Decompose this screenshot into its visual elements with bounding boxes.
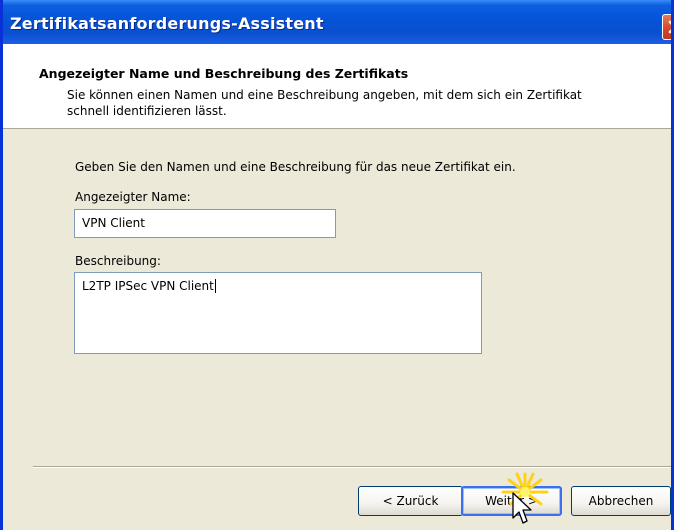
description-textarea-value: L2TP IPSec VPN Client (82, 279, 214, 293)
name-input[interactable]: VPN Client (74, 209, 336, 238)
next-button[interactable]: Weiter > (461, 486, 562, 516)
window-title: Zertifikatsanforderungs-Assistent (10, 13, 324, 33)
cancel-button[interactable]: Abbrechen (571, 486, 671, 516)
title-bar[interactable]: Zertifikatsanforderungs-Assistent (3, 0, 671, 44)
description-label: Beschreibung: (75, 254, 161, 268)
name-label: Angezeigter Name: (75, 190, 191, 204)
text-caret (214, 279, 216, 293)
description-textarea[interactable]: L2TP IPSec VPN Client (74, 272, 482, 354)
wizard-header: Angezeigter Name und Beschreibung des Ze… (3, 44, 671, 129)
footer-separator (33, 466, 671, 468)
close-button[interactable] (662, 14, 671, 40)
header-title: Angezeigter Name und Beschreibung des Ze… (39, 66, 409, 81)
close-icon (668, 20, 671, 34)
back-button[interactable]: < Zurück (358, 486, 463, 516)
name-input-value: VPN Client (82, 216, 145, 230)
wizard-window: Zertifikatsanforderungs-Assistent Angeze… (0, 0, 674, 530)
wizard-content: Geben Sie den Namen und eine Beschreibun… (3, 130, 671, 470)
intro-text: Geben Sie den Namen und eine Beschreibun… (75, 160, 516, 174)
header-description: Sie können einen Namen und eine Beschrei… (67, 88, 582, 118)
